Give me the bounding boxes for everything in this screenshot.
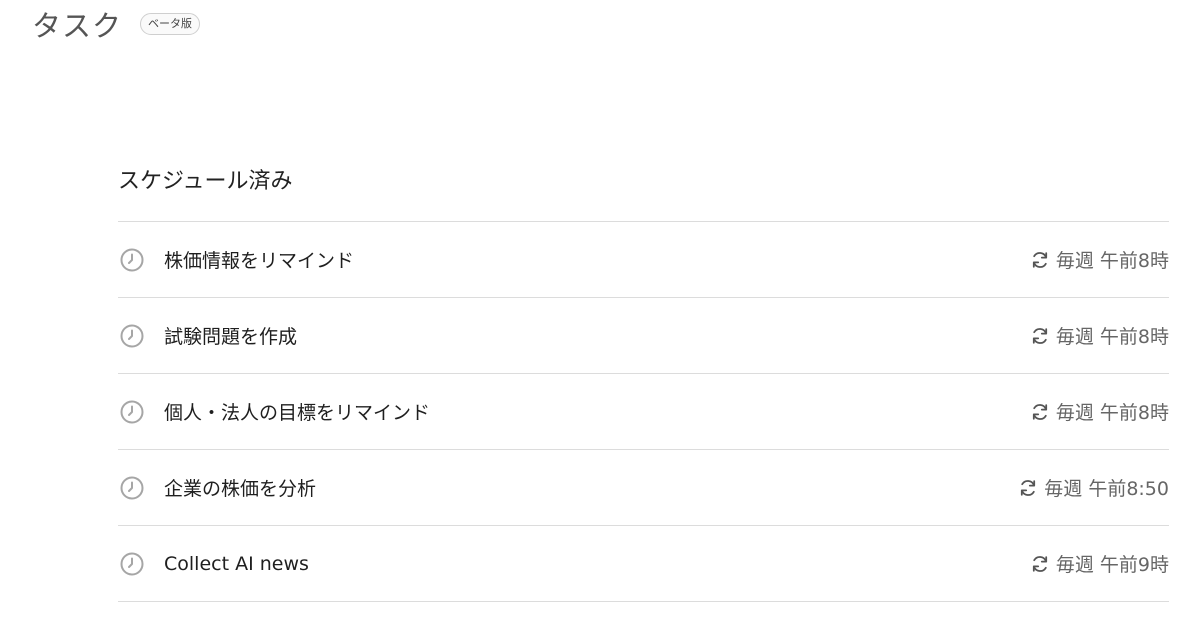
clock-icon bbox=[119, 551, 145, 577]
repeat-icon bbox=[1030, 326, 1050, 346]
beta-badge: ベータ版 bbox=[140, 13, 201, 35]
schedule-text: 毎週 午前9時 bbox=[1055, 554, 1169, 576]
task-schedule: 毎週 午前8時 bbox=[1030, 246, 1169, 273]
schedule-text: 毎週 午前8時 bbox=[1055, 250, 1169, 272]
task-schedule: 毎週 午前8時 bbox=[1030, 398, 1169, 425]
clock-icon bbox=[119, 323, 145, 349]
repeat-icon bbox=[1030, 250, 1050, 270]
repeat-icon bbox=[1018, 478, 1038, 498]
clock-icon bbox=[119, 475, 145, 501]
task-info: 株価情報をリマインド bbox=[118, 246, 354, 273]
task-name: Collect AI news bbox=[164, 552, 309, 575]
page-title: タスク bbox=[32, 9, 123, 43]
schedule-text: 毎週 午前8時 bbox=[1055, 402, 1169, 424]
task-schedule: 毎週 午前8時 bbox=[1030, 322, 1169, 349]
task-info: Collect AI news bbox=[118, 551, 309, 577]
section-title: スケジュール済み bbox=[118, 160, 1169, 222]
clock-icon bbox=[119, 247, 145, 273]
task-list: 株価情報をリマインド 毎週 午前8時 試験問題を作成 毎週 午前8時 個人・法人… bbox=[118, 222, 1169, 602]
repeat-icon bbox=[1030, 554, 1050, 574]
task-schedule: 毎週 午前8:50 bbox=[1018, 474, 1169, 501]
schedule-text: 毎週 午前8時 bbox=[1055, 326, 1169, 348]
task-row[interactable]: 個人・法人の目標をリマインド 毎週 午前8時 bbox=[118, 374, 1169, 450]
task-name: 試験問題を作成 bbox=[164, 326, 298, 348]
task-row[interactable]: 株価情報をリマインド 毎週 午前8時 bbox=[118, 222, 1169, 298]
task-schedule: 毎週 午前9時 bbox=[1030, 550, 1169, 577]
task-info: 試験問題を作成 bbox=[118, 322, 297, 349]
task-info: 企業の株価を分析 bbox=[118, 474, 316, 501]
task-row[interactable]: 試験問題を作成 毎週 午前8時 bbox=[118, 298, 1169, 374]
scheduled-section: スケジュール済み 株価情報をリマインド 毎週 午前8時 試験問題を作成 毎週 午… bbox=[118, 160, 1169, 602]
task-name: 株価情報をリマインド bbox=[164, 250, 355, 272]
page-header: タスク ベータ版 bbox=[32, 4, 201, 44]
task-row[interactable]: Collect AI news 毎週 午前9時 bbox=[118, 526, 1169, 602]
schedule-text: 毎週 午前8:50 bbox=[1044, 478, 1169, 500]
repeat-icon bbox=[1030, 402, 1050, 422]
task-name: 企業の株価を分析 bbox=[164, 478, 317, 500]
clock-icon bbox=[119, 399, 145, 425]
task-info: 個人・法人の目標をリマインド bbox=[118, 398, 430, 425]
task-name: 個人・法人の目標をリマインド bbox=[164, 402, 431, 424]
task-row[interactable]: 企業の株価を分析 毎週 午前8:50 bbox=[118, 450, 1169, 526]
